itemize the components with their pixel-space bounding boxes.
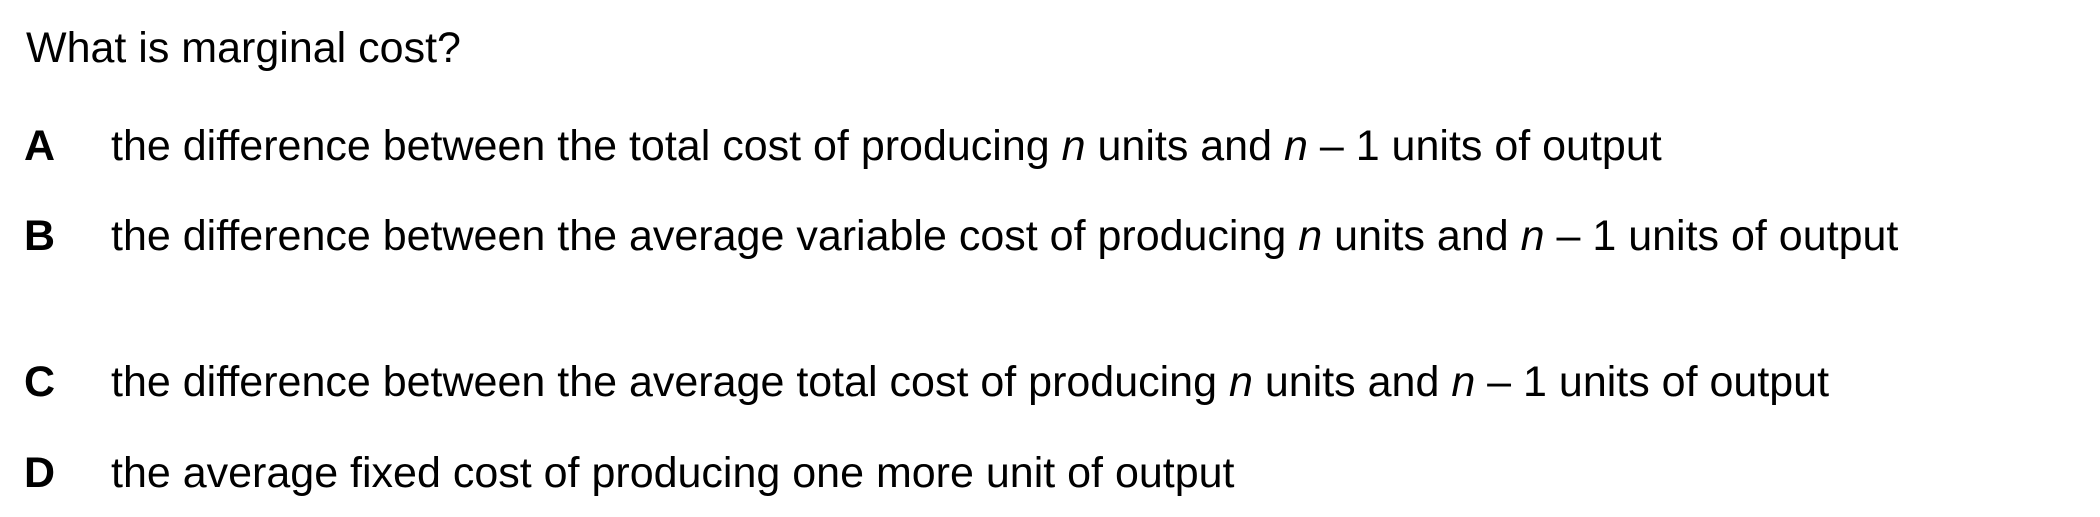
option-letter: C	[24, 358, 56, 406]
variable-n: n	[1520, 212, 1545, 260]
option-text: the difference between the total cost of…	[111, 120, 1662, 172]
option-text-part: – 1 units of output	[1307, 122, 1662, 170]
question-text: What is marginal cost?	[26, 24, 461, 72]
option-text-part: units and	[1085, 122, 1284, 170]
variable-n: n	[1283, 122, 1308, 170]
option-letter: D	[24, 449, 56, 497]
variable-n: n	[1298, 212, 1323, 260]
option-text: the difference between the average total…	[111, 356, 1829, 408]
option-text-part: units and	[1322, 212, 1521, 260]
variable-n: n	[1061, 122, 1086, 170]
option-text: the difference between the average varia…	[111, 210, 2009, 262]
option-text-part: the difference between the average varia…	[111, 212, 1299, 260]
option-text-part: the difference between the total cost of…	[111, 122, 1062, 170]
option-text-part: the difference between the average total…	[111, 358, 1229, 406]
option-text: the average fixed cost of producing one …	[111, 449, 1235, 497]
option-text-part: units and	[1252, 358, 1452, 406]
variable-n: n	[1228, 358, 1253, 406]
exam-question-page: What is marginal cost? A the difference …	[0, 0, 2100, 517]
option-letter: A	[24, 122, 56, 170]
option-letter: B	[24, 212, 56, 260]
variable-n: n	[1451, 358, 1476, 406]
option-text-part: – 1 units of output	[1544, 212, 1899, 260]
option-text-part: – 1 units of output	[1475, 358, 1830, 406]
